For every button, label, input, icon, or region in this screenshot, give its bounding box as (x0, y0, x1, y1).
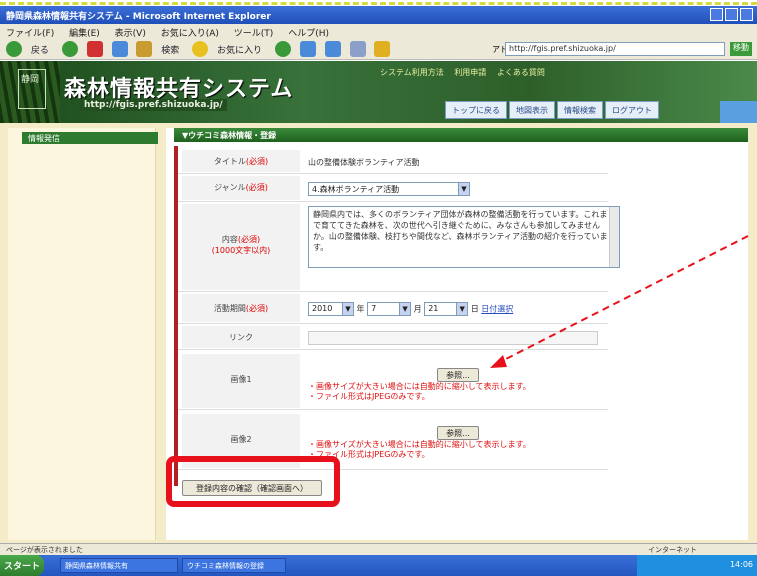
status-text: ページが表示されました (6, 546, 83, 554)
clock: 14:06 (729, 560, 753, 569)
screenshot-frame: 静岡県森林情報共有システム - Microsoft Internet Explo… (0, 0, 757, 576)
taskbar-item-1[interactable]: 静岡県森林情報共有 (60, 558, 178, 573)
system-tray: 14:06 (637, 555, 757, 576)
status-bar: ページが表示されました インターネット (0, 543, 757, 555)
start-button[interactable]: スタート (0, 555, 44, 576)
annotation-arrow-line (499, 235, 749, 363)
annotation-arrow (490, 235, 749, 368)
taskbar-item-2[interactable]: ウチコミ森林情報の登録 (182, 558, 286, 573)
security-zone: インターネット (648, 546, 697, 554)
annotation-arrowhead (490, 355, 507, 368)
taskbar: スタート 静岡県森林情報共有 ウチコミ森林情報の登録 14:06 (0, 555, 757, 576)
